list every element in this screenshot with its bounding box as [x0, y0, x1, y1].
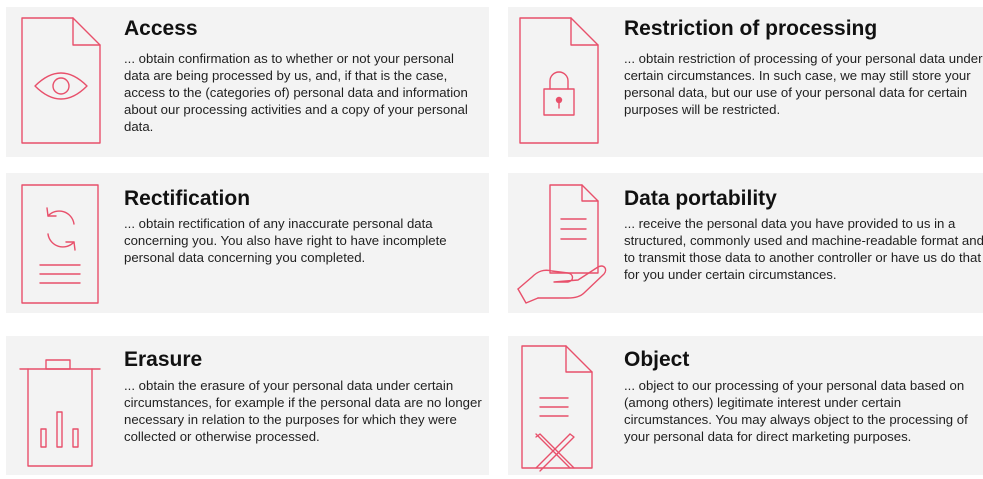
card-description: ... obtain confirmation as to whether or… [124, 51, 468, 134]
card-description: ... obtain restriction of processing of … [624, 51, 983, 117]
document-eye-icon [16, 13, 106, 154]
right-card-restriction-of-processing: Restriction of processing ... obtain res… [508, 7, 983, 157]
card-description: ... object to our processing of your per… [624, 378, 968, 444]
right-card-erasure: Erasure ... obtain the erasure of your p… [6, 336, 489, 475]
card-title: Erasure [124, 348, 203, 371]
document-cross-icon [514, 340, 604, 477]
right-card-data-portability: Data portability ... receive the persona… [508, 173, 983, 313]
hand-document-icon [514, 179, 610, 314]
card-title: Object [624, 348, 690, 371]
document-lock-icon [514, 13, 604, 154]
card-description: ... receive the personal data you have p… [624, 216, 983, 282]
trash-bin-icon [16, 340, 106, 475]
card-description: ... obtain the erasure of your personal … [124, 378, 482, 444]
card-description: ... obtain rectification of any inaccura… [124, 216, 447, 265]
right-card-rectification: Rectification ... obtain rectification o… [6, 173, 489, 313]
document-refresh-icon [16, 179, 106, 314]
card-title: Restriction of processing [624, 17, 878, 40]
right-card-object: Object ... object to our processing of y… [508, 336, 983, 475]
right-card-access: Access ... obtain confirmation as to whe… [6, 7, 489, 157]
card-title: Rectification [124, 187, 251, 210]
card-title: Access [124, 17, 198, 40]
card-title: Data portability [624, 187, 777, 210]
